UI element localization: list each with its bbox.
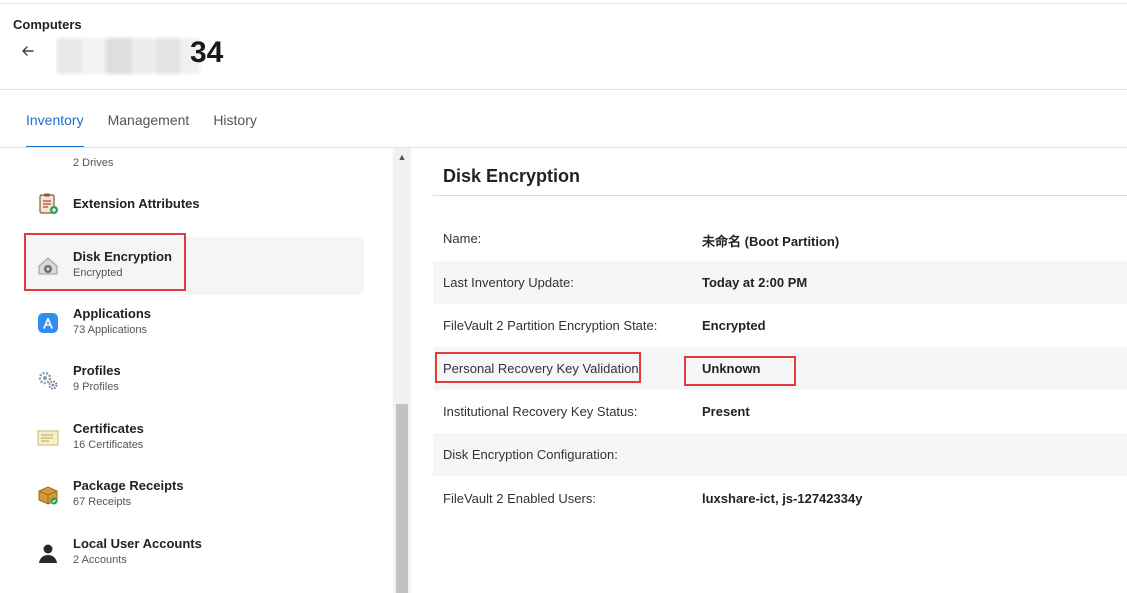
detail-row-name: Name: 未命名 (Boot Partition) [433,217,1127,260]
detail-key: Disk Encryption Configuration: [443,447,618,462]
inventory-sidebar: 2 Drives Extension Attributes Disk Encry… [0,148,411,593]
detail-key: Last Inventory Update: [443,275,574,290]
detail-row-filevault-users: FileVault 2 Enabled Users: luxshare-ict,… [433,477,1127,520]
tab-inventory[interactable]: Inventory [14,90,96,148]
sidebar-item-applications[interactable]: Applications 73 Applications [26,294,364,352]
sidebar-item-label: Local User Accounts [73,536,202,551]
panel-gutter [411,148,433,593]
breadcrumb[interactable]: Computers [13,17,82,32]
detail-value: Today at 2:00 PM [702,275,808,290]
sidebar-item-label: Profiles [73,363,121,378]
detail-row-encryption-state: FileVault 2 Partition Encryption State: … [433,304,1127,347]
detail-value: 未命名 (Boot Partition) [702,234,840,249]
sidebar-item-label: Applications [73,306,152,321]
page-title: 34 [190,36,224,69]
user-icon [36,541,60,565]
package-icon [36,483,60,507]
detail-row-last-inventory-update: Last Inventory Update: Today at 2:00 PM [433,261,1127,304]
sidebar-item-certificates[interactable]: Certificates 16 Certificates [26,409,364,467]
detail-key: Name: [443,231,482,246]
highlight-box-disk-encryption [24,233,186,291]
disk-drive-icon [36,148,60,160]
sidebar-item-package-receipts[interactable]: Package Receipts 67 Receipts [26,466,364,524]
tab-bar: Inventory Management History [0,90,1127,148]
gears-icon [36,368,60,392]
sidebar-item-sub: 2 Drives [73,157,114,169]
detail-key: FileVault 2 Enabled Users: [443,491,596,506]
detail-value: Encrypted [702,318,766,333]
sidebar-item-label: Package Receipts [73,478,184,493]
detail-key: FileVault 2 Partition Encryption State: [443,318,658,333]
sidebar-item-local-user-accounts[interactable]: Local User Accounts 2 Accounts [26,524,364,582]
back-arrow-icon[interactable] [20,43,40,63]
top-border [0,3,1127,4]
tab-management[interactable]: Management [96,90,202,148]
highlight-box-recovery-key-value [684,356,796,386]
sidebar-item-label: Extension Attributes [73,196,200,211]
redacted-title [57,38,200,74]
section-divider [433,195,1127,196]
clipboard-icon [36,192,60,216]
sidebar-item-sub: 73 Applications [73,324,147,336]
sidebar-item-extension-attributes[interactable]: Extension Attributes [26,175,364,233]
app-store-icon [36,311,60,335]
detail-value: Present [702,404,750,419]
scroll-up-arrow-icon[interactable]: ▲ [393,150,411,164]
sidebar-item-sub: 67 Receipts [73,496,132,508]
detail-row-institutional-recovery-key: Institutional Recovery Key Status: Prese… [433,390,1127,433]
detail-key: Institutional Recovery Key Status: [443,404,638,419]
sidebar-item-sub: 2 Accounts [73,554,127,566]
sidebar-item-label: Certificates [73,421,144,436]
sidebar-item-sub: 16 Certificates [73,439,144,451]
detail-value: luxshare-ict, js-12742334y [702,491,863,506]
sidebar-scroll-thumb[interactable] [396,404,408,593]
section-title: Disk Encryption [443,166,581,186]
sidebar-item-profiles[interactable]: Profiles 9 Profiles [26,351,364,409]
sidebar-item-sub: 9 Profiles [73,381,119,393]
tab-history[interactable]: History [201,90,269,148]
highlight-box-recovery-key-label [435,352,641,383]
certificate-icon [36,426,60,450]
detail-row-encryption-configuration: Disk Encryption Configuration: [433,433,1127,476]
